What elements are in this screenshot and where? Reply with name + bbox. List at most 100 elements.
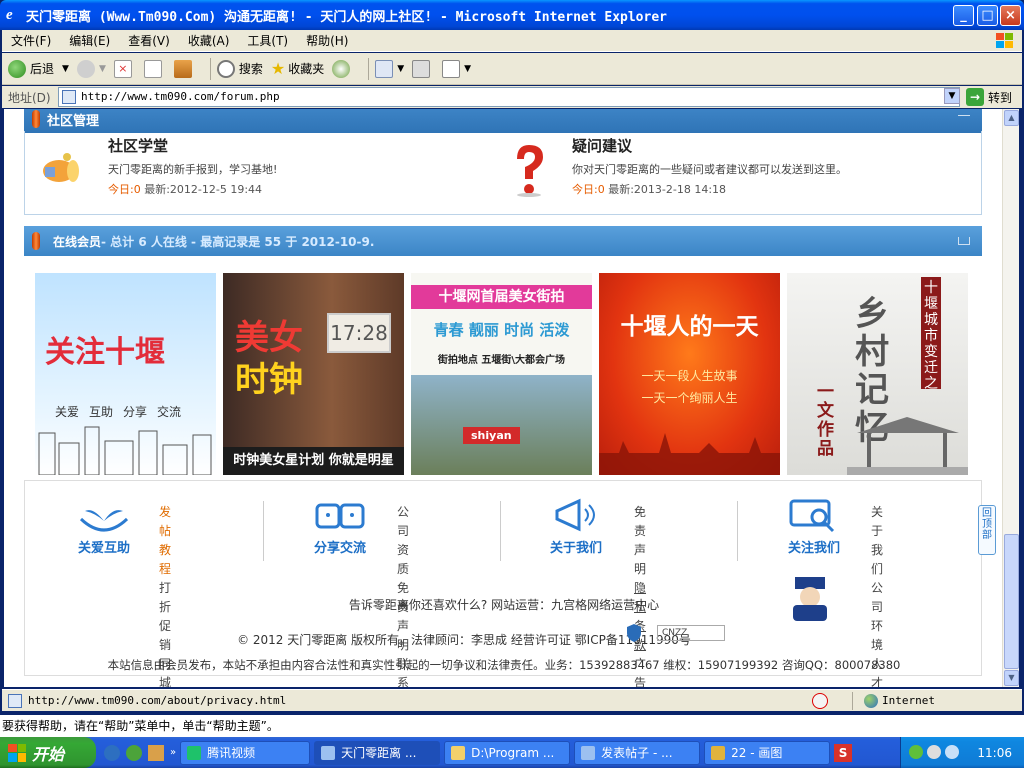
scroll-thumb[interactable] [1004,534,1019,669]
group-photo: shiyan [411,375,592,475]
keyword: 交流 [157,405,182,419]
print-button[interactable] [412,59,434,78]
media-player-icon[interactable] [126,744,142,761]
community-title: 社区管理 [47,113,100,129]
menu-bar: 文件(F) 编辑(E) 查看(V) 收藏(A) 工具(T) 帮助(H) [2,30,1022,52]
footer-group-title[interactable]: 关爱互助 [69,537,139,556]
footer-group-title[interactable]: 关注我们 [779,537,849,556]
address-dropdown-button[interactable]: ▼ [944,88,960,104]
online-members-header[interactable]: 在线会员 - 总计 6 人在线 - 最高记录是 55 于 2012-10-9. [24,226,982,256]
forum-description: 天门零距离的新手报到，学习基地! [108,163,278,176]
shield-icon[interactable] [625,623,643,643]
scroll-up-button[interactable]: ▲ [1004,110,1019,126]
menu-favorites[interactable]: 收藏(A) [179,32,239,49]
banner-one-day[interactable]: 十堰人的一天 一天一段人生故事 一天一个绚丽人生 [599,273,780,475]
title-bar[interactable]: e 天门零距离 (Www.Tm090.Com) 沟通无距离! - 天门人的网上社… [0,0,1024,30]
status-url: http://www.tm090.com/about/privacy.html [28,694,287,707]
tray-app-icon[interactable] [927,745,941,759]
mail-icon [375,59,394,78]
keyword: 关爱 [55,405,80,419]
maximize-button[interactable]: □ [977,5,998,26]
menu-edit[interactable]: 编辑(E) [60,32,119,49]
refresh-button[interactable] [143,59,166,78]
footer-link[interactable]: 免责声明 [634,503,646,579]
address-bar: 地址(D) http://www.tm090.com/forum.php ▼ →… [2,86,1022,108]
messenger-icon[interactable] [148,744,164,761]
forum-stats: 今日:0 最新:2013-2-18 14:18 [572,181,847,197]
forum-stats: 今日:0 最新:2012-12-5 19:44 [108,181,277,197]
footer-link[interactable]: 关于我们 [871,503,883,579]
vertical-scrollbar[interactable]: ▲ ▼ [1002,109,1019,687]
footer-link[interactable]: 公司资质 [397,503,409,579]
forward-button[interactable]: ▼ [76,59,106,78]
forum-item[interactable]: 疑问建议 你对天门零距离的一些疑问或者建议都可以发送到这里。 今日:0 最新:2… [572,135,847,197]
banner-village-memory[interactable]: 十堰城市变迁之 乡村记忆 一文作品 [787,273,968,475]
popup-blocked-icon[interactable] [812,693,828,709]
menu-tools[interactable]: 工具(T) [238,32,297,49]
minimize-button[interactable]: _ [953,5,974,26]
collapse-icon[interactable] [958,115,970,116]
banner-follow-shiyan[interactable]: 关注十堰 关爱 互助 分享 交流 [35,273,216,475]
banner-title: 十堰人的一天 [620,314,759,340]
page-icon [62,90,76,104]
dropdown-icon[interactable]: ▼ [62,64,69,74]
scroll-down-button[interactable]: ▼ [1004,670,1019,686]
footer-divider [263,501,264,561]
close-button[interactable]: × [1000,5,1021,26]
forum-item[interactable]: 社区学堂 天门零距离的新手报到，学习基地! 今日:0 最新:2012-12-5 … [108,135,277,197]
latest-post: 最新:2012-12-5 19:44 [144,183,263,196]
footer-group-title[interactable]: 关于我们 [541,537,611,556]
edit-button[interactable]: ▼ [442,59,471,78]
ie-quicklaunch-icon[interactable] [104,744,120,761]
tray-icons [909,745,959,759]
start-button[interactable]: 开始 [0,737,96,768]
favorites-label: 收藏夹 [288,62,325,76]
banner-title: 关注十堰 [45,327,165,371]
banner-keywords: 关爱 互助 分享 交流 [55,403,181,420]
footer-link[interactable]: 发帖教程 [159,503,171,579]
go-button[interactable]: → 转到 [966,86,1012,108]
forward-arrow-icon [76,59,95,78]
taskbar-item-tencent-video[interactable]: 腾讯视频 [180,740,311,765]
back-button[interactable]: 后退 ▼ [8,59,69,78]
back-to-top-button[interactable]: 回顶部 [978,505,996,555]
clock[interactable]: 11:06 [977,746,1012,760]
taskbar-item-folder[interactable]: D:\Program ... [444,740,571,765]
sogou-icon[interactable]: S [834,743,853,762]
volume-icon[interactable] [945,745,959,759]
banner-street-photo[interactable]: 十堰网首届美女街拍 青春 靓丽 时尚 活泼 街拍地点 五堰街\大都会广场 shi… [411,273,592,475]
forum-name[interactable]: 社区学堂 [108,135,277,156]
taskbar-item-ie[interactable]: 天门零距离 ... [314,740,441,765]
system-tray: 11:06 [900,737,1024,768]
forum-name[interactable]: 疑问建议 [572,135,847,156]
cnzz-badge[interactable]: CNZZ [657,625,725,641]
help-message: 要获得帮助，请在“帮助”菜单中，单击“帮助主题”。 [0,715,1024,737]
menu-file[interactable]: 文件(F) [2,32,60,49]
banner-clock-girl[interactable]: 美女 时钟 17:28 时钟美女星计划 你就是明星 [223,273,404,475]
more-icon[interactable]: » [170,747,176,758]
pavilion-illustration [847,417,968,475]
taskbar-item-post[interactable]: 发表帖子 - ... [574,740,701,765]
taskbar-item-paint[interactable]: 22 - 画图 [704,740,831,765]
address-input[interactable]: http://www.tm090.com/forum.php [58,87,960,107]
home-button[interactable] [173,59,196,78]
stop-button[interactable]: × [113,59,136,78]
header-bar-icon [32,110,40,128]
menu-help[interactable]: 帮助(H) [297,32,357,49]
start-label: 开始 [32,744,65,764]
home-icon [173,59,192,78]
security-zone: Internet [882,694,935,707]
footer-group-title[interactable]: 分享交流 [305,537,375,556]
paint-icon [711,745,726,760]
search-button[interactable]: 搜索 [216,59,263,78]
menu-view[interactable]: 查看(V) [119,32,179,49]
expand-icon[interactable] [958,237,970,245]
favorites-button[interactable]: ★ 收藏夹 [271,59,324,78]
mail-button[interactable]: ▼ [375,59,404,78]
footer-copyright: © 2012 天门零距离 版权所有。法律顾问：李思成 经营许可证 鄂ICP备11… [237,633,691,647]
banner-side-title: 十堰城市变迁之 [921,277,941,392]
banner-caption: 时钟美女星计划 你就是明星 [223,447,404,475]
folder-icon [451,745,466,760]
network-icon[interactable] [909,745,923,759]
history-button[interactable] [332,59,354,78]
